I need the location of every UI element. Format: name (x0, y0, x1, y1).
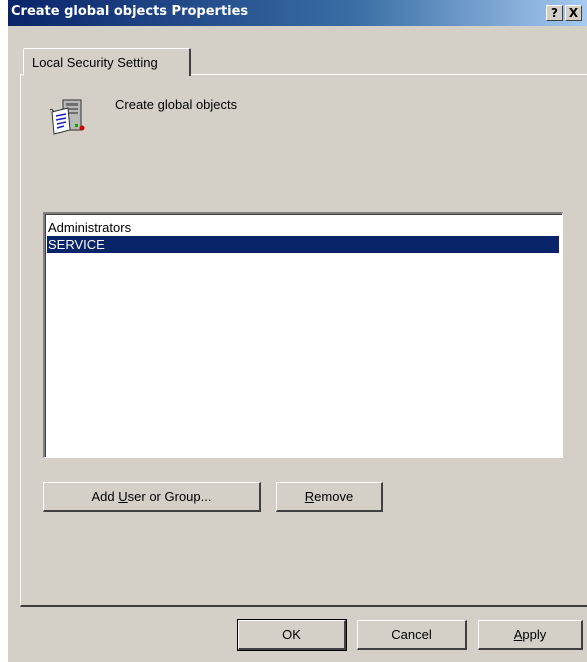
add-button-label-start: Add (91, 489, 119, 504)
add-user-or-group-button[interactable]: Add User or Group... (43, 482, 261, 512)
principals-listbox[interactable]: Administrators SERVICE (43, 212, 563, 458)
properties-dialog: Create global objects Properties ? X Loc… (8, 0, 587, 662)
apply-button-label-end: pply (522, 627, 547, 642)
tab-local-security-setting[interactable]: Local Security Setting (23, 48, 191, 76)
remove-button[interactable]: Remove (276, 482, 383, 512)
cancel-button[interactable]: Cancel (357, 620, 467, 650)
window-title: Create global objects Properties (11, 4, 249, 19)
policy-name: Create global objects (115, 97, 238, 112)
close-button[interactable]: X (565, 5, 582, 21)
help-button[interactable]: ? (546, 5, 563, 21)
remove-button-label-end: emove (314, 489, 354, 504)
ok-button[interactable]: OK (237, 619, 347, 651)
add-button-label-end: ser or Group... (127, 489, 212, 504)
list-item-service[interactable]: SERVICE (47, 236, 559, 253)
tab-label: Local Security Setting (32, 55, 158, 70)
remove-button-mnemonic: R (304, 489, 315, 504)
policy-icon (49, 99, 85, 135)
title-bar[interactable]: Create global objects Properties ? X (8, 0, 587, 26)
add-button-mnemonic: U (118, 489, 128, 504)
apply-button[interactable]: Apply (478, 620, 583, 650)
list-item-administrators[interactable]: Administrators (47, 219, 559, 236)
